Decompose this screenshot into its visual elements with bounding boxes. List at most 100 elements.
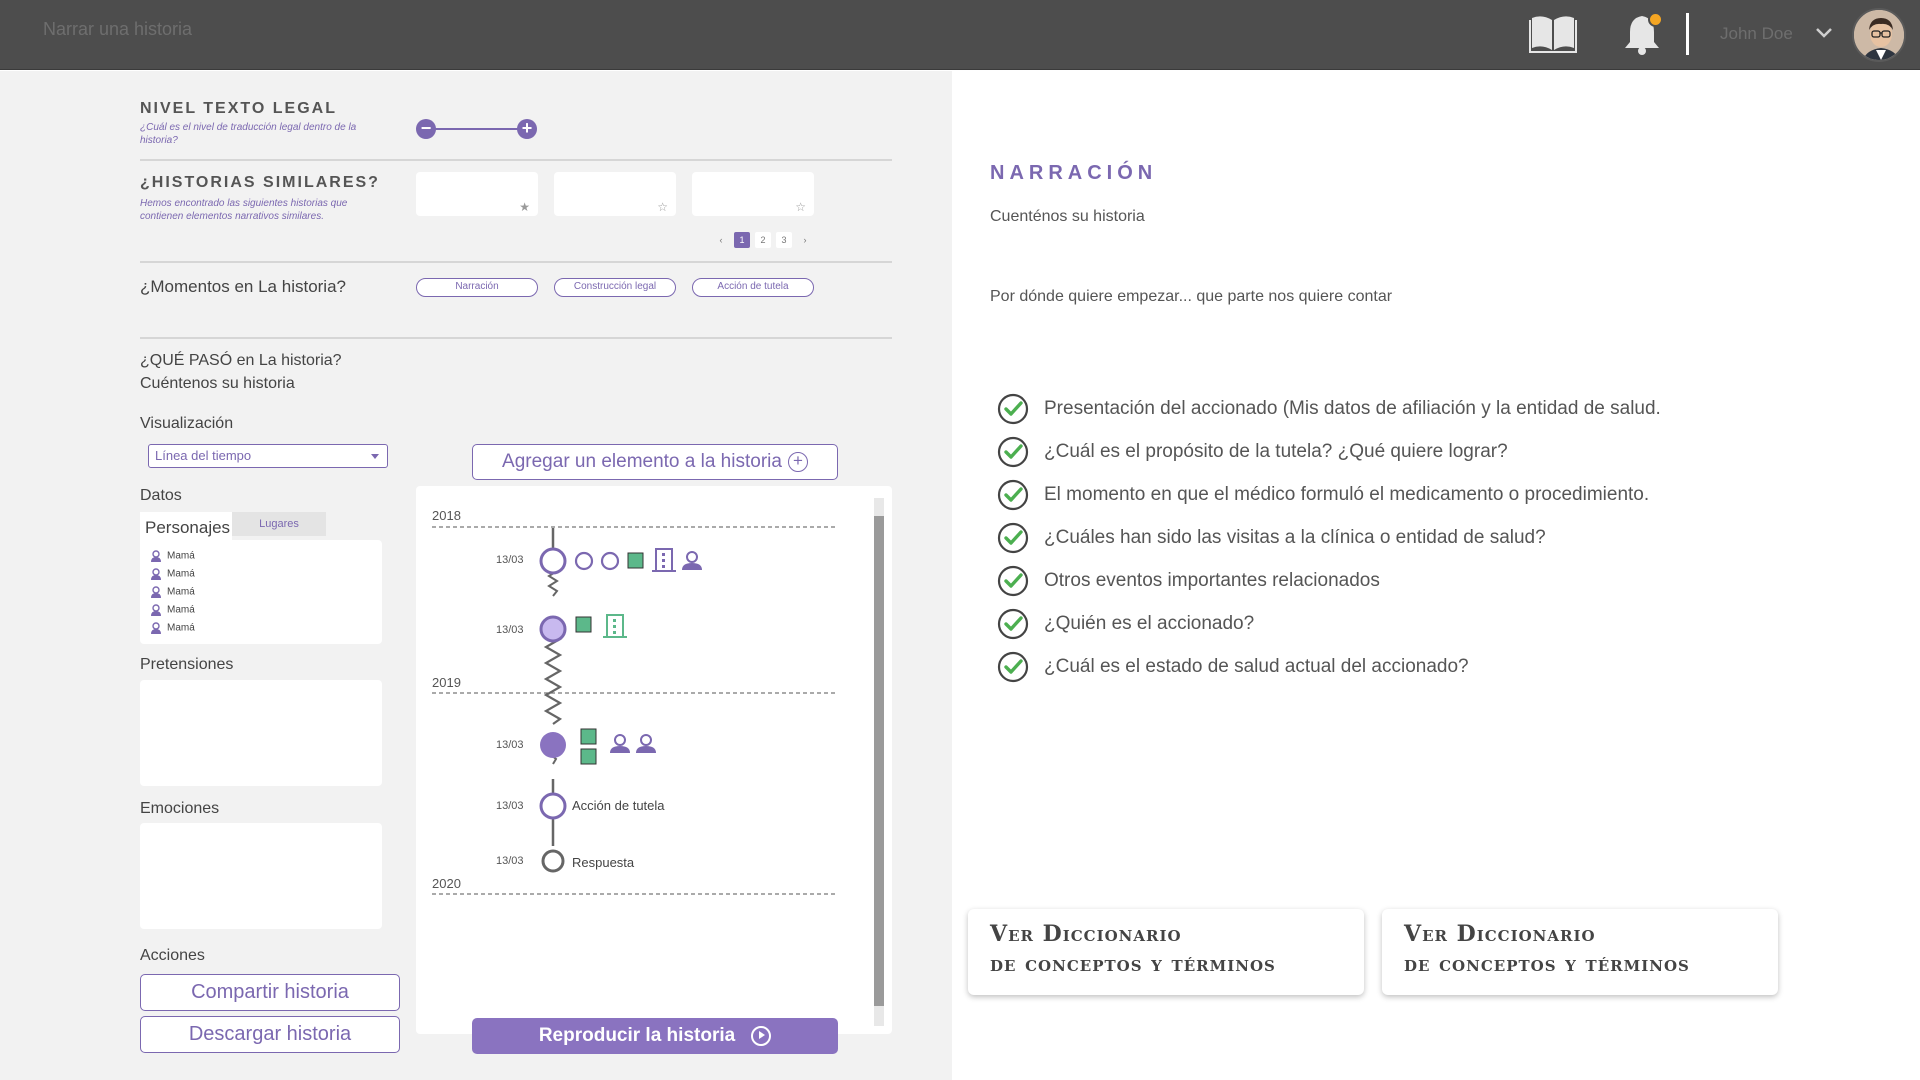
prev-page-icon[interactable]: ‹ xyxy=(713,232,729,248)
star-icon[interactable]: ★ xyxy=(519,200,530,214)
character-name: Mamá xyxy=(167,550,195,562)
narration-prompt: Por dónde quiere empezar... que parte no… xyxy=(990,288,1393,305)
person-icon xyxy=(151,550,161,562)
checklist-text: ¿Cuál es el estado de salud actual del a… xyxy=(1044,656,1469,677)
play-story-button[interactable]: Reproducir la historia xyxy=(472,1018,838,1054)
dictionary-card[interactable]: Ver Diccionario de conceptos y términos xyxy=(1382,909,1778,995)
topbar-divider xyxy=(1686,13,1689,55)
list-item[interactable]: Mamá xyxy=(150,568,195,580)
year-label: 2020 xyxy=(432,876,461,891)
year-label: 2019 xyxy=(432,675,461,690)
page-3[interactable]: 3 xyxy=(776,232,792,248)
list-item[interactable]: Mamá xyxy=(150,622,195,634)
event-date: 13/03 xyxy=(496,855,524,867)
download-story-button[interactable]: Descargar historia xyxy=(140,1016,400,1053)
star-outline-icon[interactable]: ☆ xyxy=(795,200,806,214)
tab-characters[interactable]: Personajes xyxy=(140,512,232,542)
circle-item-icon xyxy=(600,551,620,571)
legal-level-title: NIVEL TEXTO LEGAL xyxy=(140,100,337,117)
list-item[interactable]: Mamá xyxy=(150,550,195,562)
divider xyxy=(140,159,892,161)
document-item-icon xyxy=(627,552,644,569)
caret-down-icon xyxy=(371,454,379,459)
person-icon xyxy=(610,734,630,753)
person-icon xyxy=(151,622,161,634)
event-date: 13/03 xyxy=(496,739,524,751)
character-name: Mamá xyxy=(167,604,195,616)
document-item-icon xyxy=(580,728,597,745)
play-story-label: Reproducir la historia xyxy=(538,1025,736,1046)
check-circle-icon xyxy=(997,393,1029,425)
moment-pill-construccion-legal[interactable]: Construcción legal xyxy=(554,278,676,297)
similar-story-card[interactable]: ☆ xyxy=(692,172,814,216)
dictionary-card-line1: Ver Diccionario xyxy=(1404,921,1596,947)
visualization-selected-value: Línea del tiempo xyxy=(155,448,252,463)
dictionary-card-line2: de conceptos y términos xyxy=(1404,951,1690,977)
increase-button[interactable]: + xyxy=(517,119,537,139)
dictionary-card-line2: de conceptos y términos xyxy=(990,951,1276,977)
similar-story-card[interactable]: ★ xyxy=(416,172,538,216)
share-story-button[interactable]: Compartir historia xyxy=(140,974,400,1011)
star-outline-icon[interactable]: ☆ xyxy=(657,200,668,214)
check-circle-icon xyxy=(997,479,1029,511)
check-circle-icon xyxy=(997,651,1029,683)
legal-level-subtitle: ¿Cuál es el nivel de traducción legal de… xyxy=(140,122,357,146)
visualization-select[interactable]: Línea del tiempo xyxy=(148,444,388,468)
moment-pill-accion-tutela[interactable]: Acción de tutela xyxy=(692,278,814,297)
decrease-button[interactable]: − xyxy=(416,119,436,139)
event-node xyxy=(540,732,566,758)
timeline-scrollbar-thumb[interactable] xyxy=(874,516,884,1006)
character-name: Mamá xyxy=(167,586,195,598)
claims-box[interactable] xyxy=(140,680,382,786)
event-node xyxy=(541,849,565,873)
tab-places[interactable]: Lugares xyxy=(232,512,326,536)
similar-story-card[interactable]: ☆ xyxy=(554,172,676,216)
check-circle-icon xyxy=(997,522,1029,554)
plus-icon: + xyxy=(787,451,808,472)
characters-list: Mamá Mamá Mamá Mamá Mamá xyxy=(140,540,382,644)
check-circle-icon xyxy=(997,608,1029,640)
event-date: 13/03 xyxy=(496,554,524,566)
add-element-label: Agregar un elemento a la historia xyxy=(502,451,782,472)
timeline-graphic xyxy=(432,526,836,895)
page-2[interactable]: 2 xyxy=(755,232,771,248)
dictionary-card-line1: Ver Diccionario xyxy=(990,921,1182,947)
emotions-box[interactable] xyxy=(140,823,382,929)
chevron-down-icon[interactable] xyxy=(1815,26,1833,40)
year-label: 2018 xyxy=(432,508,461,523)
similar-stories-subtitle: Hemos encontrado las siguientes historia… xyxy=(140,198,348,222)
document-item-icon xyxy=(575,616,592,633)
narration-subtitle: Cuenténos su historia xyxy=(990,208,1145,225)
what-happened-subheading: Cuéntenos su historia xyxy=(140,375,295,392)
page-1[interactable]: 1 xyxy=(734,232,750,248)
event-node xyxy=(539,547,567,575)
circle-item-icon xyxy=(574,551,594,571)
visualization-label: Visualización xyxy=(140,415,234,432)
next-page-icon[interactable]: › xyxy=(797,232,813,248)
character-name: Mamá xyxy=(167,568,195,580)
legal-level-slider-track[interactable] xyxy=(426,128,526,130)
person-icon xyxy=(636,734,656,753)
notification-badge xyxy=(1648,12,1663,27)
check-circle-icon xyxy=(997,565,1029,597)
event-date: 13/03 xyxy=(496,624,524,636)
book-icon[interactable] xyxy=(1528,12,1578,54)
check-circle-icon xyxy=(997,436,1029,468)
list-item[interactable]: Mamá xyxy=(150,604,195,616)
divider xyxy=(140,337,892,339)
event-label[interactable]: Respuesta xyxy=(572,855,634,870)
actions-label: Acciones xyxy=(140,947,205,964)
event-label[interactable]: Acción de tutela xyxy=(572,798,665,813)
checklist-text: El momento en que el médico formuló el m… xyxy=(1044,484,1650,505)
app-title: Narrar una historia xyxy=(43,19,193,39)
list-item[interactable]: Mamá xyxy=(150,586,195,598)
event-node xyxy=(539,792,567,820)
checklist-text: Presentación del accionado (Mis datos de… xyxy=(1044,398,1661,419)
building-icon xyxy=(603,614,627,638)
user-name[interactable]: John Doe xyxy=(1720,24,1793,44)
dictionary-card[interactable]: Ver Diccionario de conceptos y términos xyxy=(968,909,1364,995)
checklist-text: ¿Cuál es el propósito de la tutela? ¿Qué… xyxy=(1044,441,1508,462)
add-element-button[interactable]: Agregar un elemento a la historia + xyxy=(472,444,838,480)
moment-pill-narracion[interactable]: Narración xyxy=(416,278,538,297)
avatar[interactable] xyxy=(1852,8,1906,62)
